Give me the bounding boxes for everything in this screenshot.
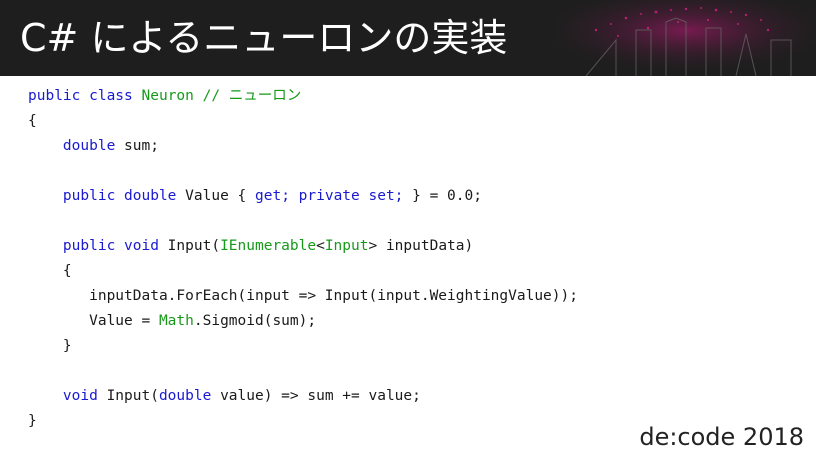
code-line: void Input(double value) => sum += value… <box>28 384 578 409</box>
code-line: { <box>28 109 578 134</box>
code-token: > inputData) <box>368 238 474 254</box>
code-token: double <box>62 138 116 154</box>
code-token: Input( <box>158 238 221 254</box>
event-brand: de:code 2018 <box>639 423 804 451</box>
code-token: void <box>62 388 98 404</box>
code-token: public double <box>62 188 177 204</box>
code-block: public class Neuron // ニューロン { double sum… <box>28 84 578 434</box>
code-token: double <box>158 388 212 404</box>
code-token: sum; <box>115 138 159 154</box>
code-line: public double Value { get; private set; … <box>28 184 578 209</box>
code-token: public void <box>62 238 159 254</box>
code-token: Neuron <box>141 88 194 104</box>
code-token: } <box>28 413 37 429</box>
code-token: } = 0.0; <box>403 188 482 204</box>
code-token: .Sigmoid(sum); <box>193 313 317 329</box>
code-token: { <box>28 263 72 279</box>
slide-title: C# によるニューロンの実装 <box>20 16 508 60</box>
code-line: public void Input(IEnumerable<Input> inp… <box>28 234 578 259</box>
code-line: } <box>28 334 578 359</box>
code-line: inputData.ForEach(input => Input(input.W… <box>28 284 578 309</box>
code-line: } <box>28 409 578 434</box>
code-token: get; private set; <box>255 188 404 204</box>
code-token: < <box>316 238 325 254</box>
code-line: { <box>28 259 578 284</box>
code-line: Value = Math.Sigmoid(sum); <box>28 309 578 334</box>
code-token: public class <box>28 88 142 104</box>
code-token: Value { <box>176 188 255 204</box>
code-token: Value = <box>28 313 159 329</box>
code-token: Math <box>158 313 194 329</box>
slide-header: C# によるニューロンの実装 <box>0 0 816 76</box>
code-token: } <box>28 338 72 354</box>
code-token: { <box>28 113 37 129</box>
code-token: value) => sum += value; <box>211 388 421 404</box>
city-lights-decoration <box>556 0 816 76</box>
code-line: double sum; <box>28 134 578 159</box>
code-token: Input( <box>97 388 159 404</box>
code-line: public class Neuron // ニューロン <box>28 84 578 109</box>
code-token: // ニューロン <box>193 88 302 104</box>
code-token: inputData.ForEach(input => Input(input.W… <box>28 288 578 304</box>
code-token: Input <box>324 238 369 254</box>
code-token: IEnumerable <box>220 238 317 254</box>
